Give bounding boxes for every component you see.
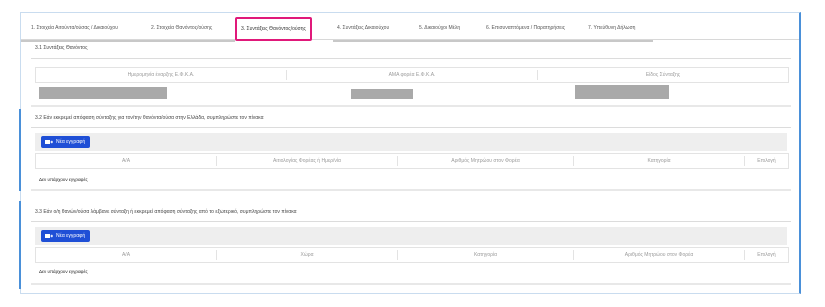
- section-divider: [31, 283, 791, 285]
- table-header-3-1: Ημερομηνία έναρξης Ε.Φ.Κ.Α. ΑΜΑ φορέα Ε.…: [35, 67, 789, 83]
- add-record-icon: [45, 233, 53, 239]
- tab-deceased[interactable]: 2. Στοιχεία Θανόντος/ούσης: [147, 20, 216, 36]
- table-header-3-2: Α/Α Αιτιολογίας Φορέας ή Ημερ/νία Αριθμό…: [35, 153, 789, 169]
- new-entry-label: Νέα εγγραφή: [56, 139, 86, 145]
- empty-table-message: Δεν υπάρχουν εγγραφές: [39, 177, 88, 182]
- column-header: Είδος Σύνταξης: [645, 72, 681, 78]
- tab-underline: [21, 40, 235, 42]
- tab-deceased-pensions[interactable]: 3. Συντάξεις Θανόντος/ούσης: [235, 17, 312, 41]
- table-header-3-3: Α/Α Χώρα Κατηγορία Αριθμός Μητρώου στον …: [35, 247, 789, 263]
- column-header: Αριθμός Μητρώου στον Φορέα: [624, 252, 694, 258]
- application-form: 1. Στοιχεία Αιτούντα/ούσας / Δικαιούχου …: [19, 12, 801, 294]
- column-header: Α/Α: [121, 158, 131, 164]
- redacted-value: [39, 87, 167, 99]
- column-header: Κατηγορία: [473, 252, 498, 258]
- toolbar-band: [35, 133, 787, 151]
- new-entry-button[interactable]: Νέα εγγραφή: [41, 136, 91, 148]
- column-header: Α/Α: [121, 252, 131, 258]
- redacted-value: [575, 85, 669, 99]
- panel-divider: [31, 58, 791, 59]
- section-accent: [19, 201, 21, 289]
- section-title-3-3: 3.3 Εάν ο/η θανών/ούσα λάμβανε σύνταξη ή…: [35, 209, 297, 215]
- column-header: ΑΜΑ φορέα Ε.Φ.Κ.Α.: [388, 72, 436, 78]
- tab-underline: [333, 40, 653, 42]
- column-header: Επιλογή: [757, 252, 776, 258]
- redacted-value: [351, 89, 413, 99]
- add-record-icon: [45, 139, 53, 145]
- tab-declaration[interactable]: 7. Υπεύθυνη Δήλωση: [584, 20, 639, 36]
- column-header: Αιτιολογίας Φορέας ή Ημερ/νία: [273, 158, 341, 164]
- column-header: Κατηγορία: [647, 158, 671, 164]
- tab-attachments[interactable]: 6. Επισυναπτόμενα / Παρατηρήσεις: [482, 20, 569, 36]
- new-entry-button[interactable]: Νέα εγγραφή: [41, 230, 91, 242]
- column-header: Αριθμός Μητρώου στον Φορέα: [451, 158, 520, 164]
- step-tabs: 1. Στοιχεία Αιτούντα/ούσας / Δικαιούχου …: [21, 17, 799, 42]
- empty-table-message: Δεν υπάρχουν εγγραφές: [39, 269, 88, 274]
- section-title-3-2: 3.2 Εάν εκκρεμεί απόφαση σύνταξης για το…: [35, 115, 264, 121]
- toolbar-band: [35, 227, 787, 245]
- panel-divider: [31, 221, 791, 222]
- new-entry-label: Νέα εγγραφή: [56, 233, 86, 239]
- section-title-3-1: 3.1 Συντάξεις Θανόντος: [35, 45, 88, 51]
- tab-beneficiary-pensions[interactable]: 4. Συντάξεις Δικαιούχου: [333, 20, 393, 36]
- section-divider: [31, 189, 791, 191]
- column-header: Χώρα: [300, 252, 314, 258]
- section-accent: [19, 109, 21, 191]
- section-divider: [31, 105, 791, 107]
- tab-beneficiary-members[interactable]: 5. Δικαιούχοι Μέλη: [415, 20, 464, 36]
- panel-divider: [31, 127, 791, 128]
- tab-applicant[interactable]: 1. Στοιχεία Αιτούντα/ούσας / Δικαιούχου: [27, 20, 122, 36]
- column-header: Επιλογή: [757, 158, 776, 164]
- column-header: Ημερομηνία έναρξης Ε.Φ.Κ.Α.: [127, 72, 195, 78]
